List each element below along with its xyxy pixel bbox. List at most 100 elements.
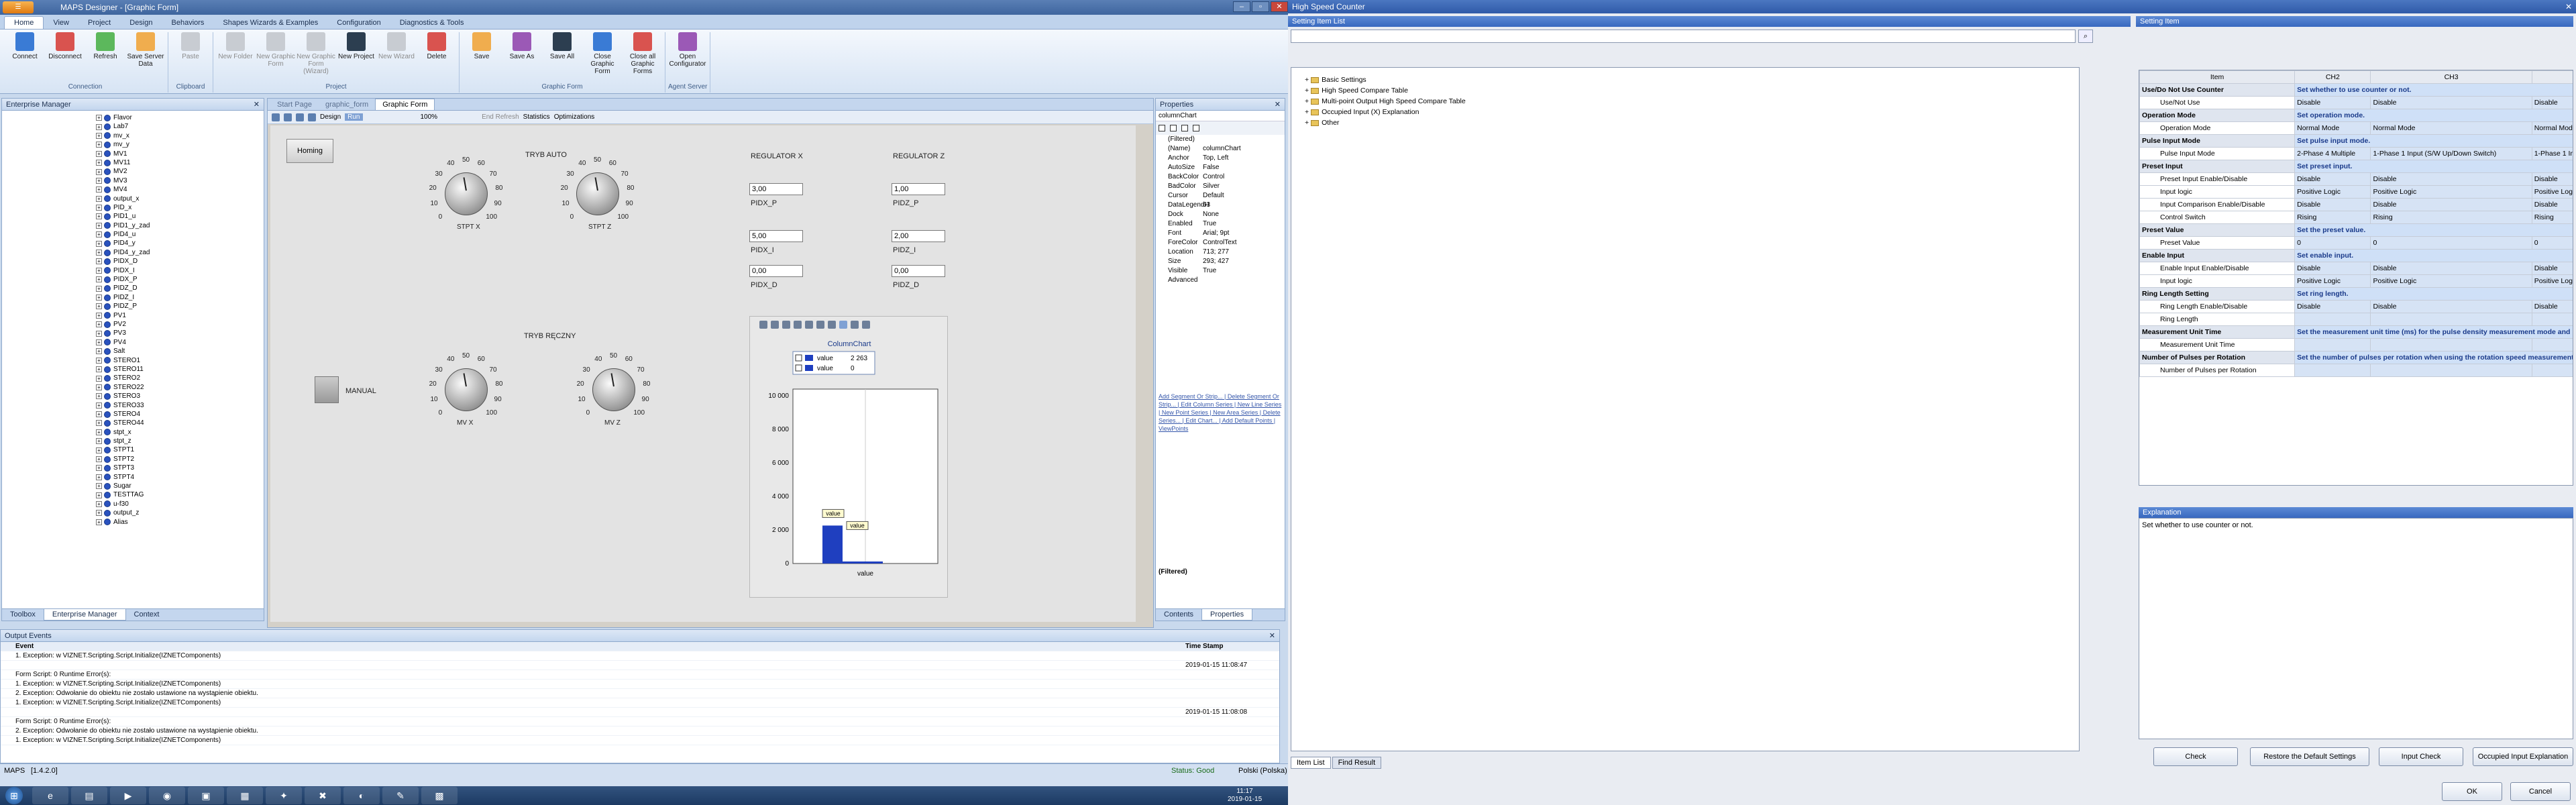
expand-icon[interactable]: +	[96, 213, 102, 220]
setting-cell[interactable]	[2294, 364, 2371, 377]
tree-item[interactable]: + STERO44	[96, 419, 264, 427]
close-icon[interactable]: ✕	[254, 99, 260, 111]
toolbar-icon[interactable]	[296, 113, 304, 121]
tree-item[interactable]: + Basic Settings	[1305, 74, 2079, 85]
setting-cell[interactable]	[2531, 313, 2573, 326]
toolbar-icon[interactable]	[308, 113, 316, 121]
tree-item[interactable]: + Alias	[96, 518, 264, 527]
expand-icon[interactable]: +	[96, 312, 102, 319]
minimize-button[interactable]: –	[1233, 1, 1250, 12]
setting-cell[interactable]: Positive Logic	[2370, 185, 2532, 199]
property-row[interactable]: Font Arial; 9pt	[1156, 229, 1285, 238]
tree-item[interactable]: + PIDZ_I	[96, 293, 264, 302]
tree-item[interactable]: + Salt	[96, 347, 264, 356]
pidz-i-field[interactable]: 2,00	[892, 230, 945, 242]
tree-item[interactable]: + Multi-point Output High Speed Compare T…	[1305, 96, 2079, 107]
setting-cell[interactable]	[2370, 313, 2532, 326]
expand-icon[interactable]: +	[96, 339, 102, 345]
tree-item[interactable]: + u-f30	[96, 500, 264, 508]
check-button[interactable]: Check	[2153, 747, 2238, 766]
app-icon[interactable]: ▣	[188, 787, 224, 804]
menu-tab-behaviors[interactable]: Behaviors	[162, 17, 214, 29]
setting-cell[interactable]: Positive Logic	[2531, 185, 2573, 199]
app-icon[interactable]: ▦	[227, 787, 263, 804]
ribbon-paste-button[interactable]: Paste	[171, 32, 210, 83]
expand-icon[interactable]: +	[96, 357, 102, 364]
events-icon[interactable]	[1193, 125, 1199, 131]
setting-cell[interactable]: Normal Mode	[2294, 121, 2371, 135]
menu-tab-home[interactable]: Home	[4, 16, 44, 29]
zoom-level[interactable]: 100%	[421, 113, 438, 121]
tree-item[interactable]: + STERO3	[96, 392, 264, 400]
expand-icon[interactable]: +	[1305, 87, 1309, 95]
expand-icon[interactable]: +	[1305, 119, 1309, 127]
expand-icon[interactable]: +	[96, 366, 102, 373]
expand-icon[interactable]: +	[96, 267, 102, 274]
properties-object[interactable]: columnChart	[1156, 111, 1285, 121]
tab-find-result[interactable]: Find Result	[1332, 757, 1382, 769]
tree-item[interactable]: + STPT2	[96, 455, 264, 464]
property-row[interactable]: Size 293; 427	[1156, 257, 1285, 266]
setting-cell[interactable]: Disable	[2370, 198, 2532, 211]
tree-item[interactable]: + mv_x	[96, 131, 264, 140]
expand-icon[interactable]: +	[96, 186, 102, 193]
setting-cell[interactable]	[2531, 338, 2573, 352]
ribbon-refresh-button[interactable]: Refresh	[86, 32, 125, 83]
tree-item[interactable]: + output_z	[96, 508, 264, 517]
pidz-d-field[interactable]: 0,00	[892, 265, 945, 277]
setting-cell[interactable]: Positive Logic	[2370, 274, 2532, 288]
expand-icon[interactable]: +	[96, 330, 102, 337]
column-chart[interactable]: ColumnChart value 2 263 value 0 0 2 000 4 000 6 …	[749, 316, 948, 598]
setting-cell[interactable]: Positive Logic	[2294, 185, 2371, 199]
tab-enterprise-manager[interactable]: Enterprise Manager	[43, 609, 126, 621]
output-row[interactable]: 2. Exception: Odwołanie do obiektu nie z…	[1, 689, 1279, 698]
app-icon[interactable]: ◐	[343, 787, 380, 804]
output-row[interactable]: 2019-01-15 11:08:08	[1, 708, 1279, 717]
menu-tab-shapes-wizards-examples[interactable]: Shapes Wizards & Examples	[213, 17, 327, 29]
expand-icon[interactable]: +	[96, 474, 102, 480]
setting-cell[interactable]: 0	[2294, 236, 2371, 250]
expand-icon[interactable]: +	[96, 115, 102, 121]
app-menu-button[interactable]: ☰	[3, 1, 34, 13]
doc-tab-graphic-form[interactable]: Graphic Form	[375, 99, 435, 110]
homing-button[interactable]: Homing	[286, 139, 333, 163]
property-row[interactable]: Dock None	[1156, 210, 1285, 219]
statistics-button[interactable]: Statistics	[523, 113, 550, 121]
expand-icon[interactable]: +	[96, 348, 102, 355]
input-check-button[interactable]: Input Check	[2379, 747, 2463, 766]
tree-item[interactable]: + STPT4	[96, 473, 264, 482]
menu-tab-project[interactable]: Project	[78, 17, 120, 29]
tree-item[interactable]: + PID1_y_zad	[96, 221, 264, 230]
pidx-i-field[interactable]: 5,00	[749, 230, 803, 242]
doc-tab-start-page[interactable]: Start Page	[270, 99, 319, 110]
expand-icon[interactable]: +	[96, 510, 102, 517]
ribbon-save-button[interactable]: Save	[462, 32, 501, 83]
optimizations-button[interactable]: Optimizations	[554, 113, 595, 121]
expand-icon[interactable]: +	[96, 303, 102, 310]
setting-cell[interactable]: Disable	[2531, 198, 2573, 211]
setting-cell[interactable]: Disable	[2370, 96, 2532, 109]
ribbon-disconnect-button[interactable]: Disconnect	[46, 32, 85, 83]
tree-item[interactable]: + PIDZ_D	[96, 284, 264, 292]
pidx-d-field[interactable]: 0,00	[749, 265, 803, 277]
knob-mv-x[interactable]	[445, 368, 488, 411]
tree-item[interactable]: + PID4_y	[96, 239, 264, 248]
property-row[interactable]: Enabled True	[1156, 219, 1285, 229]
expand-icon[interactable]: +	[96, 519, 102, 525]
setting-cell[interactable]: Rising	[2531, 211, 2573, 224]
setting-cell[interactable]: 1-Phase 1 Input (S/W Up/Down Switch)	[2531, 147, 2573, 160]
output-row[interactable]: 1. Exception: w VIZNET.Scripting.Script.…	[1, 651, 1279, 661]
close-icon[interactable]: ✕	[1275, 99, 1281, 111]
property-row[interactable]: BackColor Control	[1156, 172, 1285, 182]
search-input[interactable]	[1291, 30, 2076, 43]
expand-icon[interactable]: +	[96, 500, 102, 507]
doc-tab-graphic-form[interactable]: graphic_form	[319, 99, 375, 110]
expand-icon[interactable]: +	[96, 393, 102, 400]
ribbon-open-configurator-button[interactable]: Open Configurator	[668, 32, 707, 83]
property-row[interactable]: Cursor Default	[1156, 191, 1285, 201]
property-row[interactable]: ForeColor ControlText	[1156, 238, 1285, 248]
expand-icon[interactable]: +	[96, 205, 102, 211]
tree-item[interactable]: + Lab7	[96, 122, 264, 131]
setting-cell[interactable]: Disable	[2531, 96, 2573, 109]
expand-icon[interactable]: +	[1305, 97, 1309, 105]
